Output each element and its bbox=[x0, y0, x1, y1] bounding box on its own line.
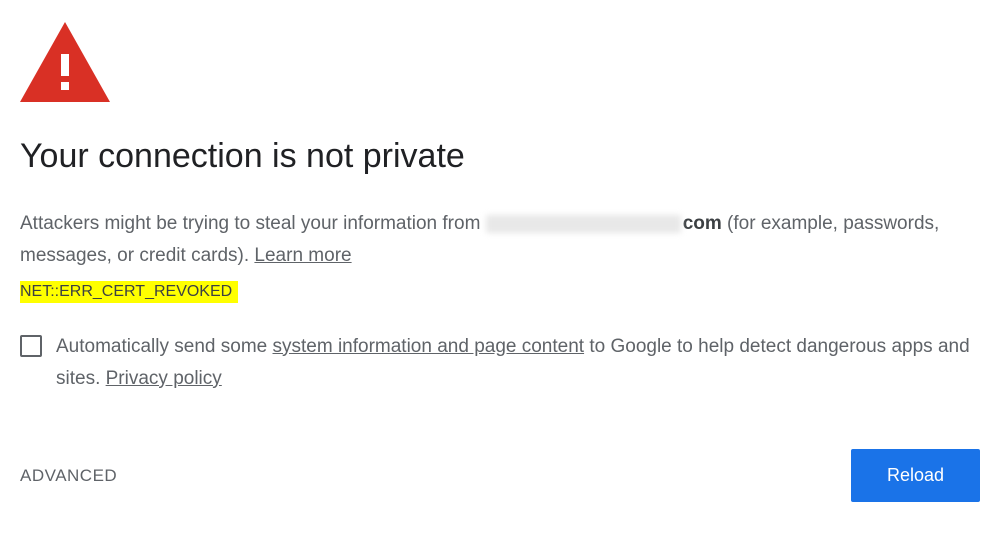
reload-button[interactable]: Reload bbox=[851, 449, 980, 502]
warning-text-prefix: Attackers might be trying to steal your … bbox=[20, 213, 486, 234]
page-title: Your connection is not private bbox=[20, 137, 980, 176]
action-row: ADVANCED Reload bbox=[20, 449, 980, 502]
learn-more-link[interactable]: Learn more bbox=[254, 245, 351, 266]
privacy-policy-link[interactable]: Privacy policy bbox=[106, 368, 222, 389]
checkbox-text-prefix: Automatically send some bbox=[56, 336, 273, 357]
system-info-link[interactable]: system information and page content bbox=[273, 336, 585, 357]
advanced-button[interactable]: ADVANCED bbox=[20, 466, 117, 486]
error-code: NET::ERR_CERT_REVOKED bbox=[20, 281, 238, 303]
reporting-checkbox[interactable] bbox=[20, 335, 42, 357]
warning-triangle-icon bbox=[20, 22, 980, 107]
redacted-domain bbox=[486, 215, 681, 233]
warning-description: Attackers might be trying to steal your … bbox=[20, 208, 980, 273]
domain-suffix: com bbox=[683, 213, 722, 234]
reporting-checkbox-row: Automatically send some system informati… bbox=[20, 331, 980, 396]
reporting-checkbox-label: Automatically send some system informati… bbox=[56, 331, 980, 396]
